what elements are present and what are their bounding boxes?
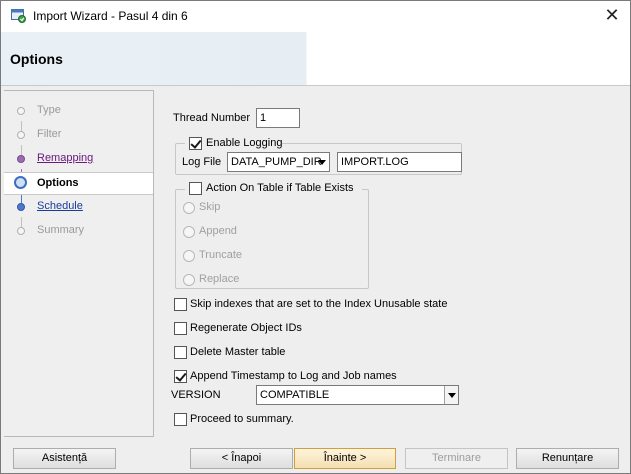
regenerate-ids-checkbox[interactable]	[174, 322, 187, 335]
log-dir-select[interactable]: DATA_PUMP_DIR	[227, 152, 330, 172]
proceed-summary-checkbox[interactable]	[174, 413, 187, 426]
wizard-steps-nav: Type Filter Remapping Options Schedule S…	[4, 90, 154, 437]
step-dot-icon	[17, 131, 25, 139]
skip-indexes-label: Skip indexes that are set to the Index U…	[190, 298, 448, 310]
thread-number-input[interactable]: 1	[256, 108, 300, 128]
nav-step-label: Type	[37, 104, 61, 116]
regenerate-ids-label: Regenerate Object IDs	[190, 322, 302, 334]
page-header: Options	[1, 32, 630, 86]
enable-logging-label: Enable Logging	[206, 137, 283, 149]
radio-truncate[interactable]	[183, 250, 195, 262]
thread-number-label: Thread Number	[173, 112, 251, 124]
back-button[interactable]: < Înapoi	[190, 448, 293, 469]
radio-truncate-label: Truncate	[199, 249, 243, 261]
help-button[interactable]: Asistență	[13, 448, 116, 469]
nav-step-type: Type	[4, 101, 153, 121]
nav-step-label: Options	[37, 177, 79, 189]
chevron-down-icon[interactable]	[315, 153, 329, 171]
step-dot-icon	[17, 155, 25, 163]
wizard-footer: Asistență < Înapoi Înainte > Terminare R…	[1, 437, 630, 473]
delete-master-checkbox[interactable]	[174, 346, 187, 359]
nav-step-label[interactable]: Remapping	[37, 152, 93, 164]
version-select[interactable]: COMPATIBLE	[256, 385, 459, 405]
skip-indexes-checkbox[interactable]	[174, 298, 187, 311]
step-dot-icon	[17, 107, 25, 115]
enable-logging-checkbox[interactable]	[189, 137, 202, 150]
nav-step-label: Filter	[37, 128, 62, 140]
nav-step-schedule[interactable]: Schedule	[4, 197, 153, 217]
nav-step-remapping[interactable]: Remapping	[4, 149, 153, 169]
options-panel: Thread Number 1 Enable Logging Log File …	[154, 86, 630, 437]
version-label: VERSION	[171, 389, 221, 401]
finish-button[interactable]: Terminare	[405, 448, 508, 469]
chevron-down-icon[interactable]	[444, 386, 458, 404]
action-on-table-label: Action On Table if Table Exists	[206, 182, 354, 194]
radio-append-label: Append	[199, 225, 237, 237]
app-icon	[11, 9, 26, 23]
radio-skip-label: Skip	[199, 201, 221, 213]
log-file-input[interactable]: IMPORT.LOG	[337, 152, 462, 172]
action-on-table-checkbox[interactable]	[189, 182, 202, 195]
nav-step-filter: Filter	[4, 125, 153, 145]
radio-replace-label: Replace	[199, 273, 240, 285]
nav-step-options[interactable]: Options	[4, 172, 153, 195]
title-bar: Import Wizard - Pasul 4 din 6 ✕	[1, 1, 630, 32]
delete-master-label: Delete Master table	[190, 346, 286, 358]
radio-append[interactable]	[183, 226, 195, 238]
page-title: Options	[10, 51, 63, 67]
log-dir-value: DATA_PUMP_DIR	[231, 156, 322, 168]
log-file-label: Log File	[182, 156, 222, 168]
close-icon[interactable]: ✕	[599, 5, 625, 27]
import-wizard-window: Import Wizard - Pasul 4 din 6 ✕ Options …	[0, 0, 631, 474]
proceed-summary-label: Proceed to summary.	[190, 413, 294, 425]
append-timestamp-label: Append Timestamp to Log and Job names	[190, 370, 397, 382]
nav-step-summary: Summary	[4, 221, 153, 241]
nav-step-label: Summary	[37, 224, 85, 236]
nav-step-label[interactable]: Schedule	[37, 200, 83, 212]
next-button[interactable]: Înainte >	[294, 448, 396, 469]
step-dot-icon	[17, 203, 25, 211]
append-timestamp-checkbox[interactable]	[174, 370, 187, 383]
version-value: COMPATIBLE	[260, 389, 330, 401]
step-dot-icon	[17, 227, 25, 235]
cancel-button[interactable]: Renunțare	[516, 448, 619, 469]
current-step-icon	[14, 176, 27, 189]
radio-replace[interactable]	[183, 274, 195, 286]
radio-skip[interactable]	[183, 202, 195, 214]
window-title: Import Wizard - Pasul 4 din 6	[33, 9, 188, 23]
